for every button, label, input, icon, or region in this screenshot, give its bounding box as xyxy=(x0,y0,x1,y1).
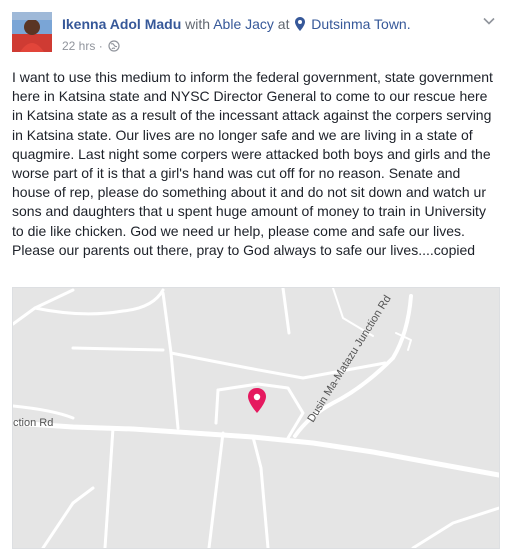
at-text: at xyxy=(277,16,290,32)
tagged-friend[interactable]: Able Jacy xyxy=(213,16,274,32)
map-canvas: ction Rd Dusin Ma-Matazu Junction Rd xyxy=(13,288,499,548)
with-text: with xyxy=(185,16,211,32)
author-name[interactable]: Ikenna Adol Madu xyxy=(62,16,181,32)
feed-post: Ikenna Adol Madu with Able Jacy at Dutsi… xyxy=(0,0,508,549)
location-pin-icon xyxy=(295,17,306,31)
post-body: I want to use this medium to inform the … xyxy=(12,69,493,258)
avatar-image xyxy=(12,12,52,52)
chevron-down-icon[interactable] xyxy=(482,14,496,28)
post-header: Ikenna Adol Madu with Able Jacy at Dutsi… xyxy=(62,15,468,33)
road-label-1: ction Rd xyxy=(13,417,53,429)
timestamp[interactable]: 22 hrs xyxy=(62,39,95,53)
globe-icon[interactable] xyxy=(108,40,120,52)
meta-separator: · xyxy=(98,39,103,53)
location-map[interactable]: ction Rd Dusin Ma-Matazu Junction Rd xyxy=(12,287,500,549)
post-meta: 22 hrs · xyxy=(62,38,120,54)
avatar[interactable] xyxy=(12,12,52,52)
location-link[interactable]: Dutsinma Town. xyxy=(311,16,410,32)
